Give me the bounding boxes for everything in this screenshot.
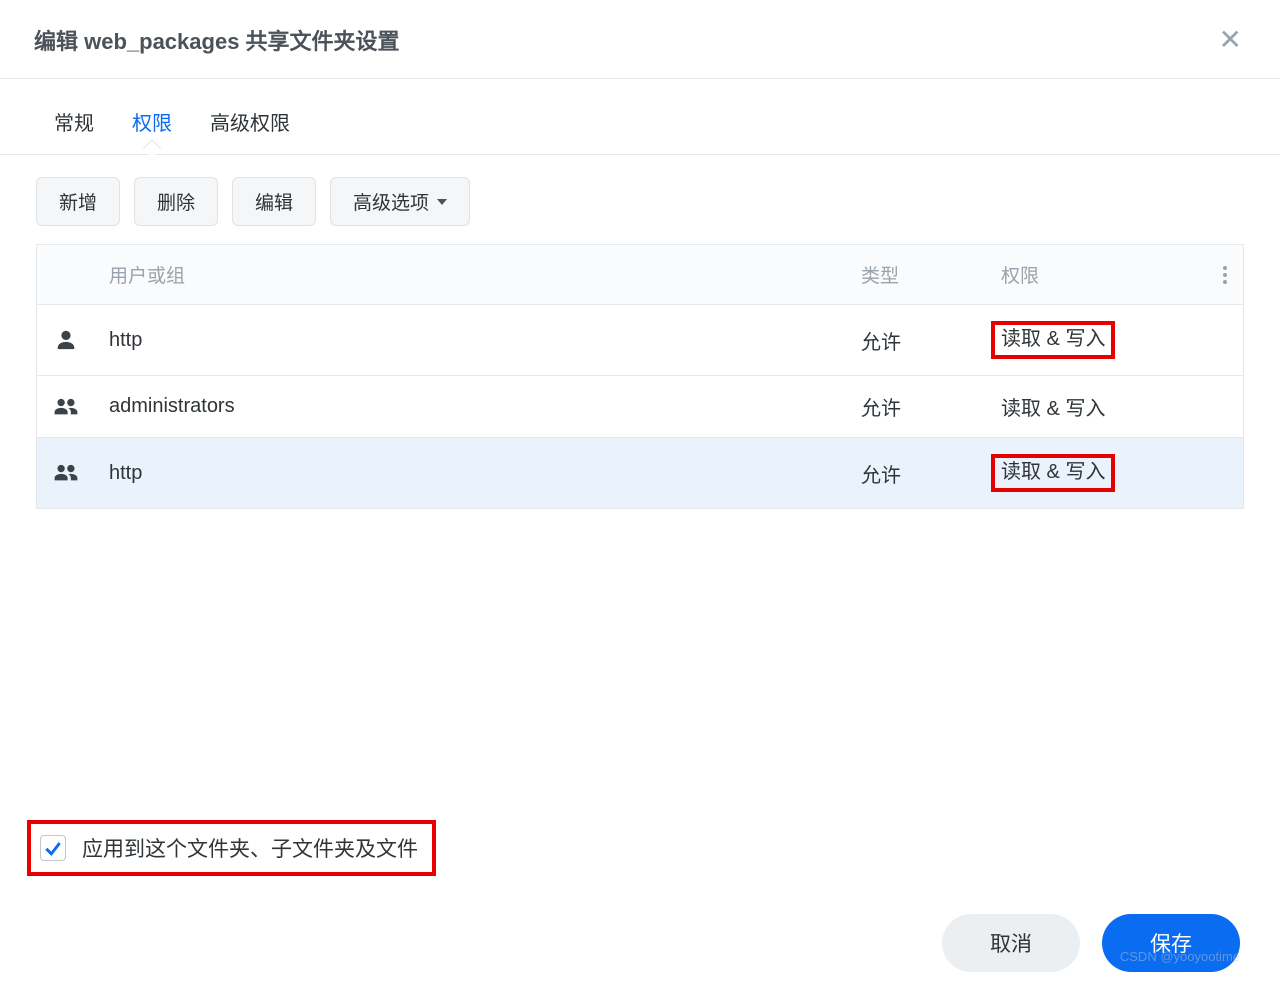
dialog-title: 编辑 web_packages 共享文件夹设置 [34,24,400,56]
check-icon [43,838,63,858]
row-permission: 读取 & 写入 [987,305,1207,375]
save-button[interactable]: 保存 [1102,914,1240,972]
row-icon [37,438,95,508]
col-type-header[interactable]: 类型 [847,245,987,304]
kebab-icon [1223,266,1227,284]
delete-button[interactable]: 删除 [134,177,218,226]
tab-general[interactable]: 常规 [50,99,98,154]
row-permission: 读取 & 写入 [987,376,1207,437]
table-row[interactable]: http 允许 读取 & 写入 [37,438,1243,509]
row-permission: 读取 & 写入 [987,438,1207,508]
group-icon [53,462,79,484]
apply-recursive-checkbox[interactable] [40,835,66,861]
permission-highlight: 读取 & 写入 [991,454,1115,492]
tab-permissions[interactable]: 权限 [128,99,176,154]
row-icon [37,305,95,375]
table-row[interactable]: http 允许 读取 & 写入 [37,305,1243,376]
table-options-button[interactable] [1207,245,1243,304]
dialog-footer: 取消 保存 [942,914,1240,972]
tab-bar: 常规 权限 高级权限 [0,79,1280,155]
advanced-options-button[interactable]: 高级选项 [330,177,470,226]
col-icon-header [37,245,95,304]
permissions-table: 用户或组 类型 权限 http 允许 读取 & 写入 administrator… [36,244,1244,509]
row-icon [37,376,95,437]
col-user-header[interactable]: 用户或组 [95,245,847,304]
row-user: administrators [95,376,847,437]
apply-recursive-row: 应用到这个文件夹、子文件夹及文件 [27,820,436,876]
chevron-down-icon [437,199,447,205]
row-user: http [95,305,847,375]
row-type: 允许 [847,376,987,437]
table-row[interactable]: administrators 允许 读取 & 写入 [37,376,1243,438]
edit-button[interactable]: 编辑 [232,177,316,226]
advanced-options-label: 高级选项 [353,188,429,215]
table-header: 用户或组 类型 权限 [37,245,1243,305]
user-icon [55,329,77,351]
add-button[interactable]: 新增 [36,177,120,226]
apply-recursive-label: 应用到这个文件夹、子文件夹及文件 [82,833,418,863]
tab-advanced-permissions[interactable]: 高级权限 [206,99,294,154]
row-user: http [95,438,847,508]
row-type: 允许 [847,305,987,375]
col-permission-header[interactable]: 权限 [987,245,1207,304]
row-type: 允许 [847,438,987,508]
permission-highlight: 读取 & 写入 [991,321,1115,359]
close-icon[interactable]: ✕ [1215,26,1246,54]
toolbar: 新增 删除 编辑 高级选项 [0,155,1280,244]
cancel-button[interactable]: 取消 [942,914,1080,972]
dialog-header: 编辑 web_packages 共享文件夹设置 ✕ [0,0,1280,79]
group-icon [53,396,79,418]
